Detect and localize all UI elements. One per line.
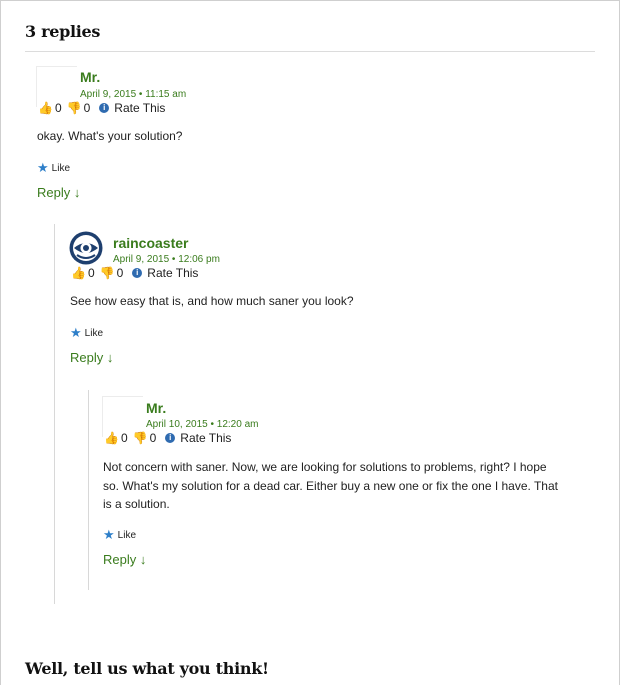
reply-form-heading: Well, tell us what you think!	[25, 659, 269, 678]
thumb-down-icon[interactable]: 👎	[100, 266, 115, 280]
rate-this-label[interactable]: Rate This	[114, 101, 165, 115]
like-label: Like	[117, 529, 137, 541]
star-icon: ★	[103, 527, 115, 542]
like-label: Like	[84, 327, 104, 339]
comment-date[interactable]: April 9, 2015 • 12:06 pm	[113, 254, 220, 265]
comment-text: okay. What's your solution?	[37, 129, 183, 143]
raincoaster-logo-icon	[69, 231, 103, 265]
like-button[interactable]: ★ Like	[70, 325, 103, 341]
star-icon: ★	[70, 325, 82, 340]
info-icon[interactable]: i	[99, 103, 110, 113]
comment-date[interactable]: April 9, 2015 • 11:15 am	[80, 89, 186, 100]
like-button[interactable]: ★ Like	[37, 160, 70, 176]
thumbs-up-count: 0	[87, 266, 95, 280]
star-icon: ★	[37, 160, 49, 175]
thumb-up-icon[interactable]: 👍	[38, 101, 53, 115]
thumbs-up-count: 0	[54, 101, 62, 115]
like-label: Like	[51, 162, 71, 174]
rating-widget: 👍 0 👎 0 i Rate This	[104, 431, 231, 445]
avatar[interactable]	[69, 231, 109, 271]
comment-text: Not concern with saner. Now, we are look…	[103, 460, 558, 511]
heading-divider	[25, 51, 595, 52]
rating-widget: 👍 0 👎 0 i Rate This	[71, 266, 198, 280]
thread-line-level-3	[88, 390, 89, 590]
comment-author[interactable]: Mr.	[80, 69, 100, 85]
thread-line-level-2	[54, 224, 55, 604]
comment-text: See how easy that is, and how much saner…	[70, 294, 354, 308]
rate-this-label[interactable]: Rate This	[147, 266, 198, 280]
thumbs-down-count: 0	[116, 266, 124, 280]
reply-link[interactable]: Reply ↓	[37, 185, 80, 200]
comment-author[interactable]: raincoaster	[113, 235, 188, 251]
like-button[interactable]: ★ Like	[103, 527, 136, 543]
info-icon[interactable]: i	[165, 433, 176, 443]
thumb-down-icon[interactable]: 👎	[133, 431, 148, 445]
thumb-down-icon[interactable]: 👎	[67, 101, 82, 115]
reply-link[interactable]: Reply ↓	[70, 350, 113, 365]
reply-link[interactable]: Reply ↓	[103, 552, 146, 567]
comment-author[interactable]: Mr.	[146, 400, 166, 416]
thumb-up-icon[interactable]: 👍	[104, 431, 119, 445]
comment-date[interactable]: April 10, 2015 • 12:20 am	[146, 419, 258, 430]
rating-widget: 👍 0 👎 0 i Rate This	[38, 101, 165, 115]
thumbs-down-count: 0	[149, 431, 157, 445]
comments-heading: 3 replies	[25, 22, 101, 41]
info-icon[interactable]: i	[132, 268, 143, 278]
thumb-up-icon[interactable]: 👍	[71, 266, 86, 280]
thumbs-up-count: 0	[120, 431, 128, 445]
rate-this-label[interactable]: Rate This	[180, 431, 231, 445]
thumbs-down-count: 0	[83, 101, 91, 115]
